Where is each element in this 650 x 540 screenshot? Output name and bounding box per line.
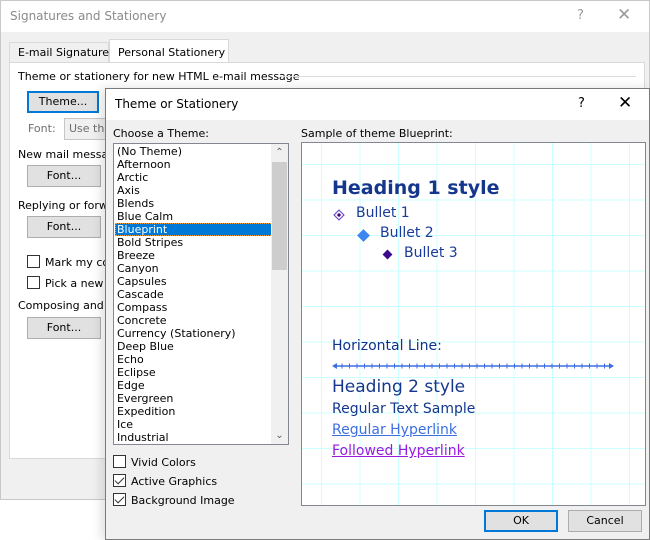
theme-group-label: Theme or stationery for new HTML e-mail … bbox=[18, 70, 300, 83]
scroll-up-icon[interactable]: ⌃ bbox=[271, 144, 288, 161]
theme-list-item[interactable]: Eclipse bbox=[115, 366, 273, 379]
theme-list-item[interactable]: Cascade bbox=[115, 288, 273, 301]
title-bar: Signatures and Stationery ? ✕ bbox=[1, 1, 649, 32]
theme-list-item[interactable]: Expedition bbox=[115, 405, 273, 418]
theme-list-item[interactable]: Industrial bbox=[115, 431, 273, 444]
theme-list-item[interactable]: Blueprint bbox=[115, 223, 273, 236]
theme-list-item[interactable]: Bold Stripes bbox=[115, 236, 273, 249]
theme-list-item[interactable]: Arctic bbox=[115, 171, 273, 184]
checkbox-box[interactable] bbox=[113, 474, 126, 487]
preview-bullet-1: Bullet 1 bbox=[356, 205, 410, 221]
ok-button[interactable]: OK bbox=[484, 510, 558, 532]
theme-list-item[interactable]: Compass bbox=[115, 301, 273, 314]
checkbox-label: Active Graphics bbox=[131, 475, 218, 488]
theme-list-item[interactable]: Concrete bbox=[115, 314, 273, 327]
theme-list-item[interactable]: Ice bbox=[115, 418, 273, 431]
theme-or-stationery-dialog: Theme or Stationery ? ✕ Choose a Theme: … bbox=[105, 88, 650, 540]
theme-preview: Heading 1 style Bullet 1 Bullet 2 Bullet… bbox=[301, 142, 646, 506]
theme-list-item[interactable]: Breeze bbox=[115, 249, 273, 262]
group-divider bbox=[280, 76, 636, 77]
background-image-checkbox[interactable]: Background Image bbox=[113, 493, 235, 507]
cancel-button[interactable]: Cancel bbox=[568, 510, 642, 532]
bullet2-diamond-icon bbox=[357, 229, 370, 242]
preview-followed-hyperlink[interactable]: Followed Hyperlink bbox=[332, 443, 465, 459]
theme-list-item[interactable]: Afternoon bbox=[115, 158, 273, 171]
checkbox-box[interactable] bbox=[27, 276, 40, 289]
theme-list-item[interactable]: Canyon bbox=[115, 262, 273, 275]
preview-bullet-2: Bullet 2 bbox=[380, 225, 434, 241]
preview-horizontal-line bbox=[332, 363, 614, 369]
preview-hyperlink[interactable]: Regular Hyperlink bbox=[332, 422, 457, 438]
theme-list-item[interactable]: (No Theme) bbox=[115, 145, 273, 158]
help-icon[interactable]: ? bbox=[578, 96, 585, 111]
composing-font-button[interactable]: Font... bbox=[27, 317, 101, 339]
vertical-scrollbar[interactable]: ⌃ ⌄ bbox=[271, 144, 288, 444]
theme-listbox[interactable]: (No Theme) Afternoon Arctic Axis Blends Blue … bbox=[113, 143, 289, 445]
sample-label: Sample of theme Blueprint: bbox=[301, 127, 453, 140]
checkbox-box[interactable] bbox=[27, 255, 40, 268]
tab-label: Personal Stationery bbox=[118, 46, 226, 59]
preview-bullet-3: Bullet 3 bbox=[404, 245, 458, 261]
help-icon[interactable]: ? bbox=[577, 8, 584, 23]
checkbox-box[interactable] bbox=[113, 493, 126, 506]
theme-list-item[interactable]: Deep Blue bbox=[115, 340, 273, 353]
new-mail-font-button[interactable]: Font... bbox=[27, 165, 101, 187]
theme-list-item[interactable]: Currency (Stationery) bbox=[115, 327, 273, 340]
window-title: Signatures and Stationery bbox=[10, 9, 167, 23]
theme-list-item[interactable]: Capsules bbox=[115, 275, 273, 288]
theme-list: (No Theme) Afternoon Arctic Axis Blends Blue … bbox=[115, 145, 273, 444]
theme-list-item[interactable]: Blue Calm bbox=[115, 210, 273, 223]
close-icon[interactable]: ✕ bbox=[618, 93, 632, 113]
tab-email-signature[interactable]: E-mail Signature bbox=[9, 42, 109, 62]
dialog-title-bar: Theme or Stationery ? ✕ bbox=[106, 89, 649, 120]
checkbox-box[interactable] bbox=[113, 455, 126, 468]
checkbox-label: Vivid Colors bbox=[131, 456, 196, 469]
bullet3-diamond-icon bbox=[382, 249, 393, 260]
choose-theme-label: Choose a Theme: bbox=[113, 127, 209, 140]
theme-list-item[interactable]: Blends bbox=[115, 197, 273, 210]
tab-personal-stationery[interactable]: Personal Stationery bbox=[109, 39, 229, 63]
tab-label: E-mail Signature bbox=[18, 46, 110, 59]
theme-list-item[interactable]: Evergreen bbox=[115, 392, 273, 405]
replying-font-button[interactable]: Font... bbox=[27, 216, 101, 238]
theme-list-item[interactable]: Echo bbox=[115, 353, 273, 366]
checkbox-label: Background Image bbox=[131, 494, 235, 507]
dialog-title: Theme or Stationery bbox=[115, 97, 239, 111]
bullet1-diamond-icon bbox=[333, 209, 345, 221]
scroll-thumb[interactable] bbox=[272, 162, 287, 270]
scroll-down-icon[interactable]: ⌄ bbox=[271, 427, 288, 444]
vivid-colors-checkbox[interactable]: Vivid Colors bbox=[113, 455, 196, 469]
preview-regular-text: Regular Text Sample bbox=[332, 401, 476, 417]
preview-heading2: Heading 2 style bbox=[332, 377, 466, 397]
preview-hr-label: Horizontal Line: bbox=[332, 338, 442, 354]
preview-heading1: Heading 1 style bbox=[332, 177, 500, 199]
theme-list-item[interactable]: Axis bbox=[115, 184, 273, 197]
close-icon[interactable]: ✕ bbox=[617, 5, 631, 25]
theme-button[interactable]: Theme... bbox=[27, 91, 99, 113]
theme-list-item[interactable]: Edge bbox=[115, 379, 273, 392]
font-label: Font: bbox=[28, 122, 56, 135]
active-graphics-checkbox[interactable]: Active Graphics bbox=[113, 474, 217, 488]
